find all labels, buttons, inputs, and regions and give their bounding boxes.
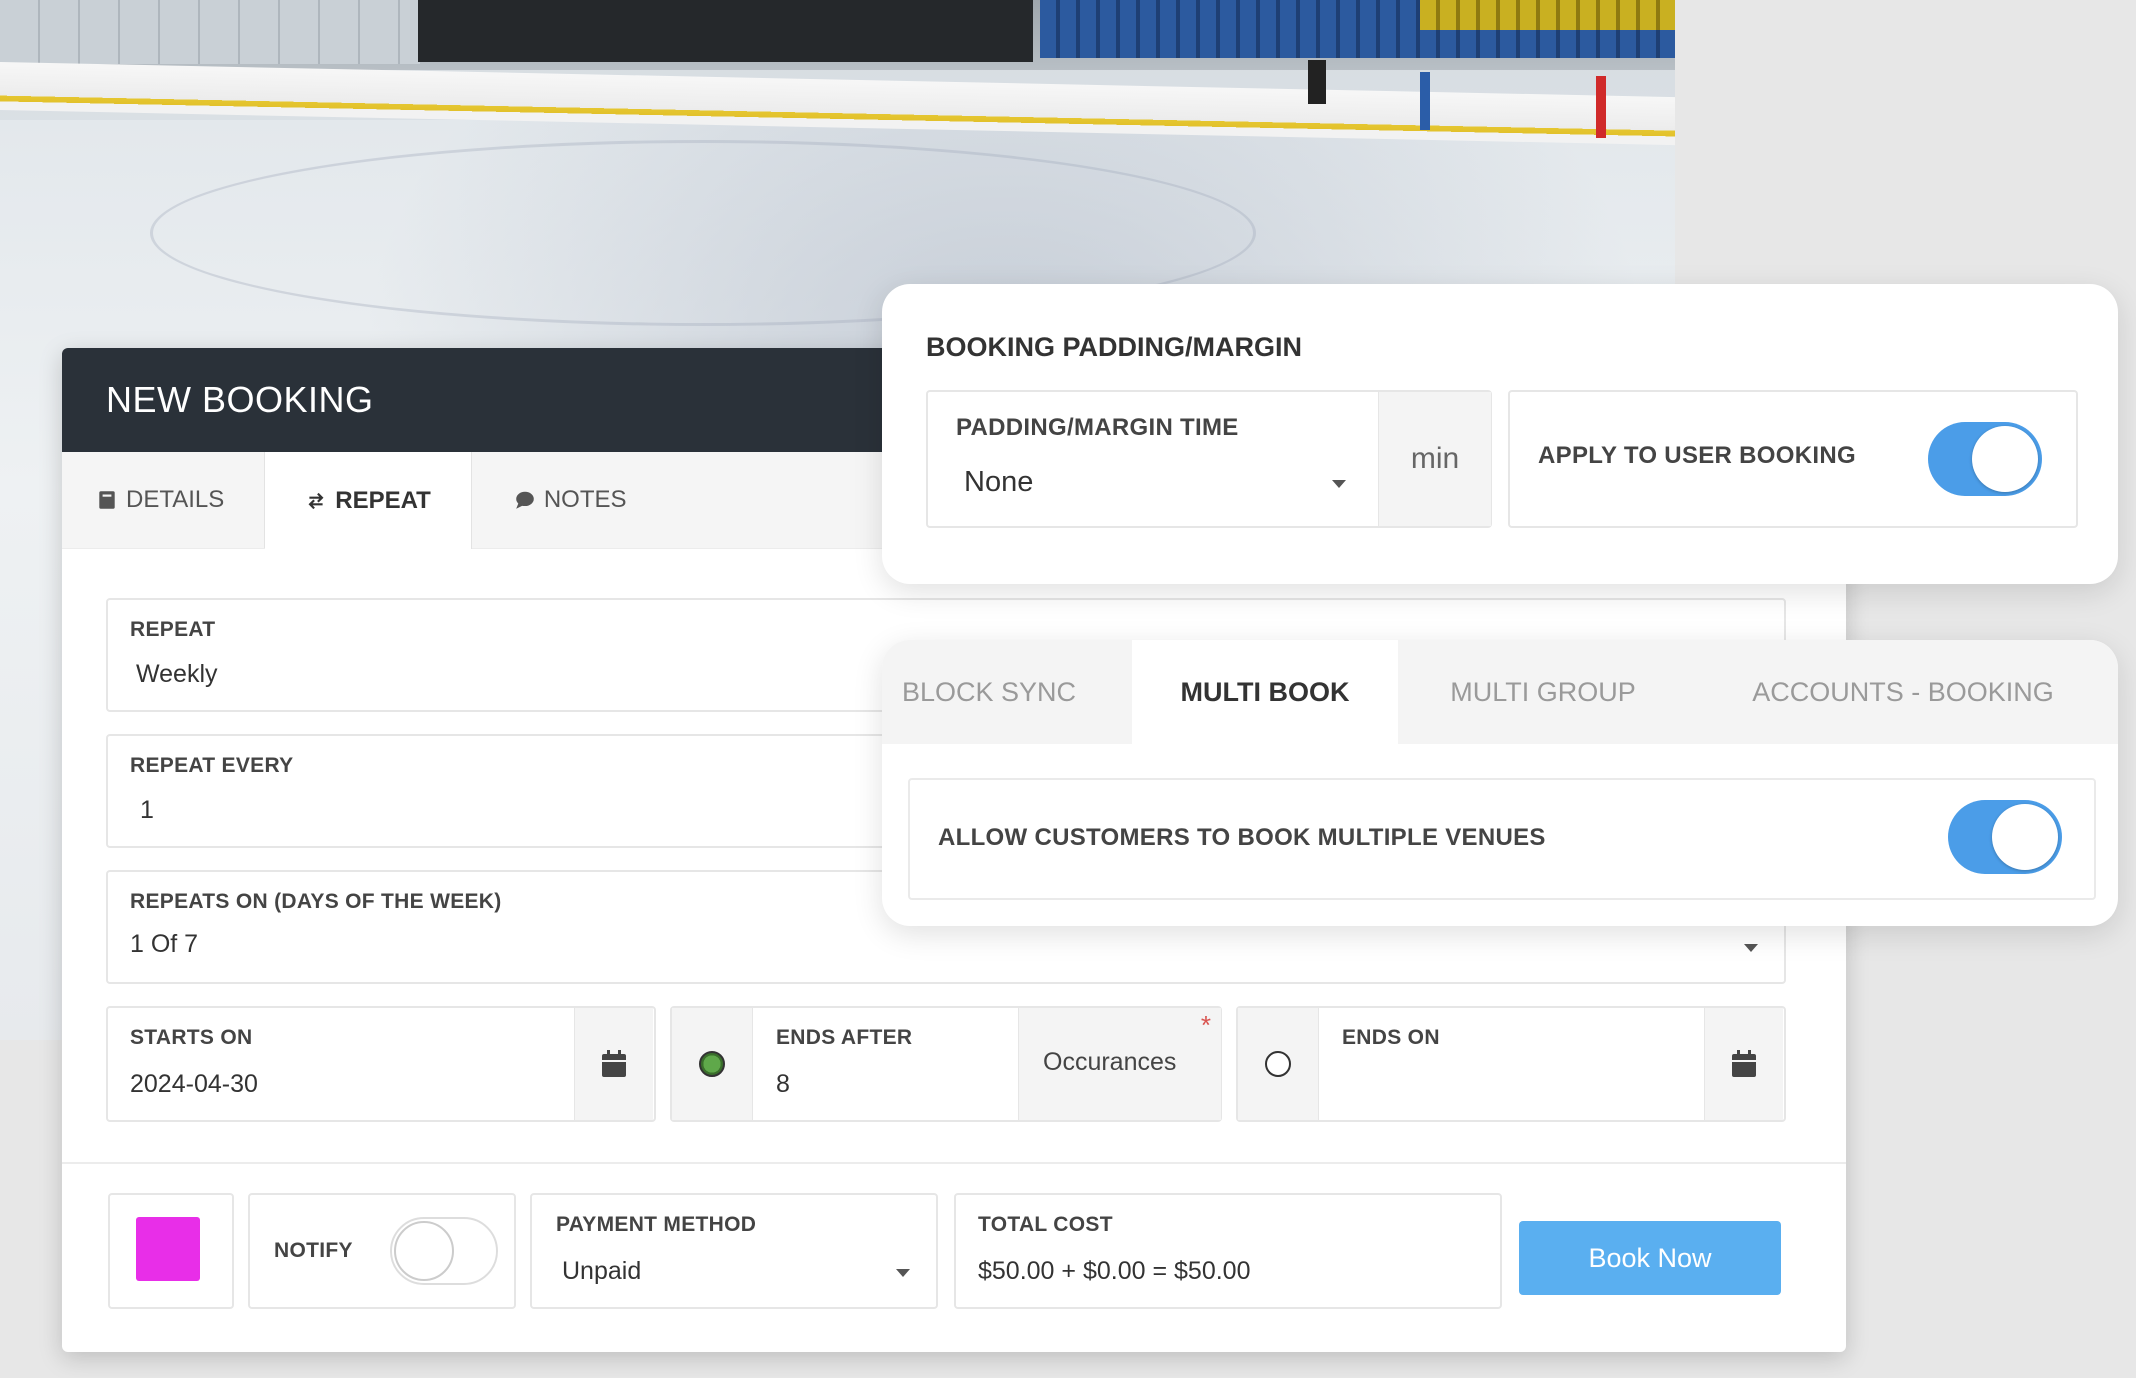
ends-on-label: ENDS ON — [1342, 1026, 1440, 1049]
occurances-addon: * Occurances — [1018, 1008, 1221, 1120]
arena-scoreboard-panel — [418, 0, 1033, 62]
repeats-on-label: REPEATS ON (DAYS OF THE WEEK) — [130, 890, 502, 913]
rink-post-red — [1596, 76, 1606, 138]
chevron-down-icon — [896, 1269, 910, 1277]
starts-on-field[interactable]: STARTS ON 2024-04-30 — [106, 1006, 656, 1122]
repeat-icon — [308, 492, 324, 509]
allow-multiple-venues-toggle[interactable] — [1948, 800, 2062, 874]
tab-repeat[interactable]: REPEAT — [265, 452, 472, 549]
ends-on-calendar-button[interactable] — [1704, 1008, 1783, 1120]
booking-padding-card: BOOKING PADDING/MARGIN PADDING/MARGIN TI… — [882, 284, 2118, 584]
tab-block-sync[interactable]: BLOCK SYNC — [882, 640, 1132, 744]
ends-after-value: 8 — [776, 1070, 790, 1098]
apply-user-booking-field: APPLY TO USER BOOKING — [1508, 390, 2078, 528]
comment-icon — [516, 491, 534, 509]
notify-toggle[interactable] — [390, 1217, 498, 1285]
repeat-every-label: REPEAT EVERY — [130, 754, 294, 777]
toggle-knob — [394, 1221, 454, 1281]
repeats-on-value: 1 Of 7 — [130, 930, 199, 958]
notify-label: NOTIFY — [274, 1239, 353, 1262]
total-cost-field: TOTAL COST $50.00 + $0.00 = $50.00 — [954, 1193, 1502, 1309]
rink-bench — [1308, 60, 1326, 104]
repeat-value: Weekly — [136, 660, 218, 688]
starts-on-label: STARTS ON — [130, 1026, 253, 1049]
toggle-knob — [1972, 426, 2038, 492]
calendar-icon — [602, 1050, 626, 1077]
tab-repeat-label: REPEAT — [335, 486, 431, 514]
starts-on-calendar-button[interactable] — [574, 1008, 653, 1120]
notify-field: NOTIFY — [248, 1193, 516, 1309]
payment-method-select[interactable]: PAYMENT METHOD Unpaid — [530, 1193, 938, 1309]
ends-after-field[interactable]: ENDS AFTER 8 * Occurances — [670, 1006, 1222, 1122]
ends-on-radio[interactable] — [1238, 1008, 1319, 1120]
color-picker[interactable] — [108, 1193, 234, 1309]
padding-unit: min — [1410, 442, 1460, 475]
chevron-down-icon — [1744, 944, 1758, 952]
occurances-label: Occurances — [1043, 1048, 1177, 1076]
ends-on-field[interactable]: ENDS ON — [1236, 1006, 1786, 1122]
book-icon — [99, 491, 115, 509]
tab-multi-book[interactable]: MULTI BOOK — [1132, 640, 1398, 744]
starts-on-value: 2024-04-30 — [130, 1070, 258, 1098]
payment-method-label: PAYMENT METHOD — [556, 1213, 757, 1236]
book-now-button[interactable]: Book Now — [1519, 1221, 1781, 1295]
tab-details[interactable]: DETAILS — [62, 452, 266, 548]
radio-unselected-icon — [1265, 1051, 1291, 1077]
arena-seats-yellow — [1420, 0, 1675, 30]
repeat-every-value: 1 — [140, 796, 154, 824]
padding-time-select[interactable]: PADDING/MARGIN TIME None min — [926, 390, 1492, 528]
arena-glass — [0, 0, 420, 64]
apply-user-booking-toggle[interactable] — [1928, 422, 2042, 496]
padding-card-title: BOOKING PADDING/MARGIN — [926, 332, 1302, 362]
apply-user-booking-label: APPLY TO USER BOOKING — [1538, 442, 1856, 469]
required-marker: * — [1200, 1010, 1211, 1040]
allow-multiple-venues-label: ALLOW CUSTOMERS TO BOOK MULTIPLE VENUES — [938, 824, 1546, 851]
total-cost-label: TOTAL COST — [978, 1213, 1113, 1236]
payment-method-value: Unpaid — [562, 1257, 642, 1285]
multi-book-tabs: BLOCK SYNC MULTI BOOK MULTI GROUP ACCOUN… — [882, 640, 2118, 744]
total-cost-value: $50.00 + $0.00 = $50.00 — [978, 1257, 1251, 1285]
tab-notes-label: NOTES — [543, 486, 627, 513]
multi-book-card: BLOCK SYNC MULTI BOOK MULTI GROUP ACCOUN… — [882, 640, 2118, 926]
padding-unit-addon: min — [1378, 392, 1491, 526]
tab-accounts-booking[interactable]: ACCOUNTS - BOOKING — [1688, 640, 2118, 744]
tab-multi-group[interactable]: MULTI GROUP — [1398, 640, 1688, 744]
allow-multiple-venues-field: ALLOW CUSTOMERS TO BOOK MULTIPLE VENUES — [908, 778, 2096, 900]
repeat-label: REPEAT — [130, 618, 216, 641]
color-swatch — [136, 1217, 200, 1281]
tab-details-label: DETAILS — [126, 486, 225, 513]
radio-selected-icon — [699, 1051, 725, 1077]
calendar-icon — [1732, 1050, 1756, 1077]
padding-time-label: PADDING/MARGIN TIME — [956, 414, 1239, 441]
footer-divider — [62, 1162, 1846, 1164]
ends-after-radio[interactable] — [672, 1008, 753, 1120]
rink-post-blue — [1420, 72, 1430, 130]
tab-notes[interactable]: NOTES — [472, 452, 669, 548]
booking-title: NEW BOOKING — [106, 379, 374, 420]
toggle-knob — [1992, 804, 2058, 870]
padding-time-value: None — [964, 466, 1034, 498]
ends-after-label: ENDS AFTER — [776, 1026, 913, 1049]
chevron-down-icon — [1332, 480, 1346, 488]
